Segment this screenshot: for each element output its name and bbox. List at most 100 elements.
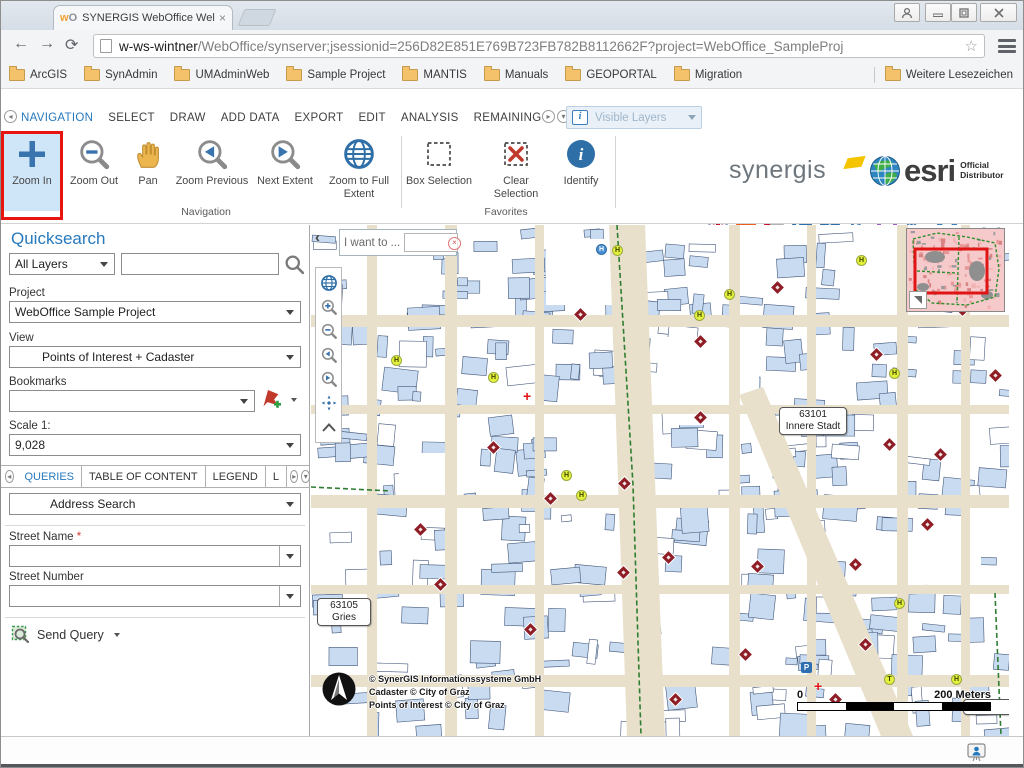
identify-info-icon: i: [566, 133, 596, 175]
bookmark-umadminweb[interactable]: UMAdminWeb: [174, 69, 269, 81]
zoom-out-button[interactable]: Zoom Out: [65, 133, 123, 211]
minimap-collapse-button[interactable]: [909, 291, 927, 309]
back-button[interactable]: ←: [13, 35, 29, 53]
add-bookmark-icon[interactable]: [261, 389, 283, 411]
map-viewport[interactable]: HHHHHHHHHHHHTP++ ‹ I want to ... ×: [311, 225, 1009, 736]
send-query-button[interactable]: Send Query: [11, 625, 120, 644]
query-selector[interactable]: Address Search: [9, 493, 301, 515]
map-locate-icon[interactable]: [317, 391, 340, 415]
info-bubble-icon: i: [572, 110, 588, 125]
maximize-button[interactable]: [951, 3, 977, 22]
tab-strip: wO SYNERGIS WebOffice Wel ×: [1, 1, 1023, 30]
tab-close-icon[interactable]: ×: [219, 11, 226, 25]
menu-item-navigation[interactable]: NAVIGATION: [21, 112, 93, 124]
send-query-caret-icon: [114, 633, 120, 637]
bookmark-synadmin[interactable]: SynAdmin: [84, 69, 157, 81]
zoom-in-button[interactable]: Zoom In: [3, 133, 61, 211]
map-marker-h: H: [576, 490, 587, 501]
street-number-combo[interactable]: [9, 585, 301, 607]
chrome-menu-button[interactable]: [998, 39, 1016, 56]
quicksearch-magnifier-icon[interactable]: [284, 254, 305, 275]
quicksearch-input[interactable]: [121, 253, 279, 275]
bookmark-migration[interactable]: Migration: [674, 69, 742, 81]
url-path: /WebOffice/synserver;jsessionid=256D82E8…: [198, 39, 961, 54]
forward-button[interactable]: →: [39, 35, 55, 53]
menu-scroll-right-icon[interactable]: ▸: [542, 110, 555, 123]
bookmark-mantis[interactable]: MANTIS: [402, 69, 466, 81]
menu-item-analysis[interactable]: ANALYSIS: [401, 112, 459, 124]
maximize-icon: [959, 8, 969, 18]
box-selection-button[interactable]: Box Selection: [405, 133, 473, 211]
bookmark-geoportal[interactable]: GEOPORTAL: [565, 69, 657, 81]
identify-button[interactable]: i Identify: [553, 133, 609, 211]
menu-item-export[interactable]: EXPORT: [295, 112, 344, 124]
folder-icon: [674, 69, 690, 81]
map-zoom-out-icon[interactable]: [317, 319, 340, 343]
folder-icon: [885, 69, 901, 81]
menu-item-draw[interactable]: DRAW: [170, 112, 206, 124]
bookmark-sample-project[interactable]: Sample Project: [286, 69, 385, 81]
next-extent-button[interactable]: Next Extent: [251, 133, 319, 211]
menu-item-edit[interactable]: EDIT: [358, 112, 385, 124]
tabs-scroll-left-icon[interactable]: ◂: [5, 470, 14, 483]
map-zoom-in-icon[interactable]: [317, 295, 340, 319]
menu-scroll-left-icon[interactable]: ◂: [4, 110, 17, 123]
map-toolbar-collapse-icon[interactable]: [317, 415, 340, 439]
clear-selection-button[interactable]: Clear Selection: [483, 133, 549, 211]
panel-collapse-icon[interactable]: ‹: [315, 229, 320, 246]
map-zoom-previous-icon[interactable]: [317, 343, 340, 367]
bookmark-star-icon[interactable]: ☆: [965, 37, 978, 55]
sidebar-tab-queries[interactable]: QUERIES: [18, 466, 83, 487]
close-button[interactable]: [980, 3, 1017, 22]
zoom-full-extent-button[interactable]: Zoom to Full Extent: [321, 133, 397, 211]
district-label-innere-stadt: 63101Innere Stadt: [779, 407, 847, 435]
scale-select[interactable]: 9,028: [9, 434, 301, 456]
quicksearch-layer-select[interactable]: All Layers: [9, 253, 115, 275]
project-select[interactable]: WebOffice Sample Project: [9, 301, 301, 323]
overview-minimap[interactable]: [906, 228, 1005, 312]
browser-tab[interactable]: wO SYNERGIS WebOffice Wel ×: [53, 5, 233, 30]
map-next-extent-icon[interactable]: [317, 367, 340, 391]
bookmark-label: SynAdmin: [105, 69, 157, 81]
new-tab-button[interactable]: [238, 9, 277, 26]
scale-bar: 0200 Meters: [797, 689, 991, 711]
bookmark-arcgis[interactable]: ArcGIS: [9, 69, 67, 81]
street-name-label: Street Name *: [9, 531, 81, 543]
minimize-button[interactable]: [925, 3, 951, 22]
bookmark-more-folder[interactable]: Weitere Lesezeichen: [872, 67, 1013, 83]
reload-button[interactable]: ⟳: [65, 35, 78, 55]
sidebar-tab-l[interactable]: L: [266, 466, 287, 487]
project-label: Project: [9, 287, 45, 299]
bookmarks-select[interactable]: [9, 390, 255, 412]
close-icon: [994, 8, 1004, 18]
bookmarks-separator: [874, 67, 875, 83]
menu-item-select[interactable]: SELECT: [108, 112, 155, 124]
zoom-in-plus-icon: [17, 133, 47, 175]
visible-layers-dropdown[interactable]: i Visible Layers: [566, 106, 702, 129]
view-select[interactable]: Points of Interest + Cadaster: [9, 346, 301, 368]
sidebar-tab-legend[interactable]: LEGEND: [206, 466, 266, 487]
toolbar-separator: [615, 136, 616, 208]
bookmark-caret-icon[interactable]: [291, 398, 297, 402]
bookmark-label: Migration: [695, 69, 742, 81]
session-share-icon[interactable]: [967, 743, 986, 762]
bookmark-label: Manuals: [505, 69, 548, 81]
divider: [5, 525, 305, 526]
street-name-combo[interactable]: [9, 545, 301, 567]
tabs-scroll-right-icon[interactable]: ▸: [290, 470, 299, 483]
pan-button[interactable]: Pan: [125, 133, 171, 211]
tabs-overflow-icon[interactable]: ▾: [301, 470, 310, 483]
zoom-previous-button[interactable]: Zoom Previous: [175, 133, 249, 211]
map-globe-icon[interactable]: [317, 271, 340, 295]
bookmark-manuals[interactable]: Manuals: [484, 69, 548, 81]
menu-item-add-data[interactable]: ADD DATA: [221, 112, 280, 124]
menu-item-remaining[interactable]: REMAINING: [474, 112, 542, 124]
i-want-to-box[interactable]: I want to ... ×: [339, 229, 457, 256]
folder-icon: [286, 69, 302, 81]
sidebar-tab-table-of-content[interactable]: TABLE OF CONTENT: [82, 466, 206, 487]
address-bar[interactable]: w-ws-wintner /WebOffice/synserver;jsessi…: [93, 34, 985, 58]
pan-hand-icon: [132, 133, 164, 175]
street-number-label: Street Number: [9, 571, 84, 583]
i-want-to-close-icon[interactable]: ×: [448, 237, 461, 250]
profile-button[interactable]: [894, 3, 920, 22]
